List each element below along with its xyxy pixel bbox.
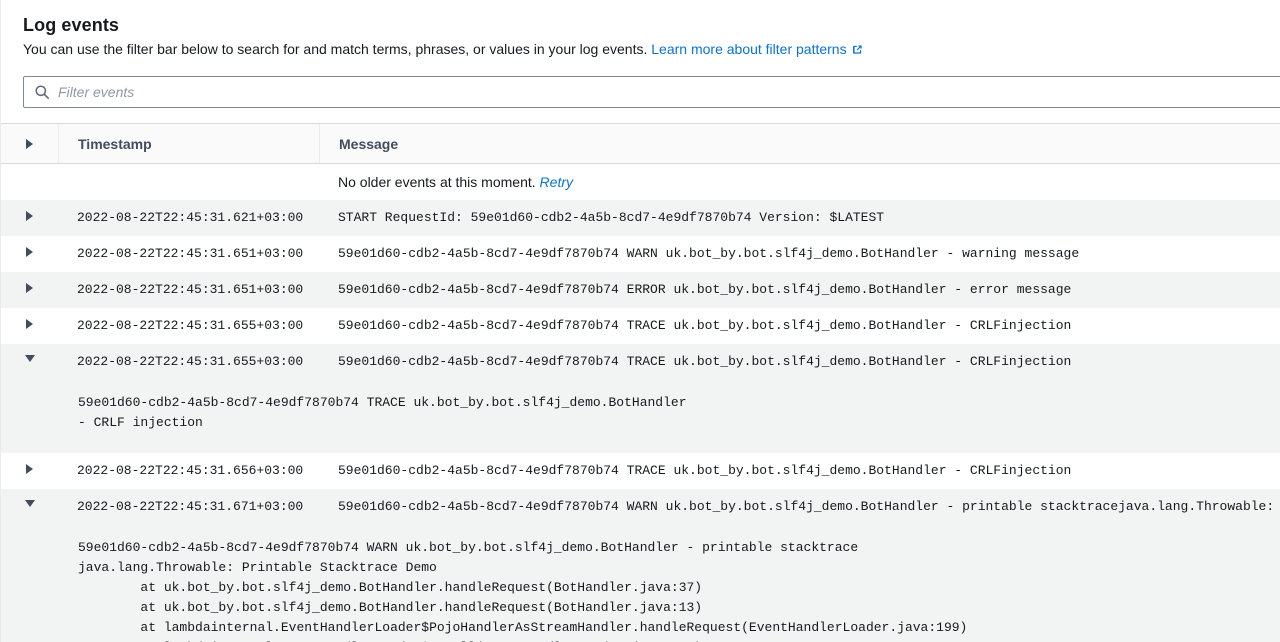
log-events-panel: Log events You can use the filter bar be… [0,0,1280,642]
page-description: You can use the filter bar below to sear… [23,39,1280,59]
column-header-timestamp-label: Timestamp [78,135,152,152]
row-timestamp: 2022-08-22T22:45:31.655+03:00 [77,318,304,333]
page-title: Log events [23,15,120,35]
table-row: 2022-08-22T22:45:31.656+03:00 59e01d60-cd… [1,453,1280,489]
caret-right-icon [26,319,33,329]
caret-right-icon [26,247,33,257]
table-row: 2022-08-22T22:45:31.651+03:00 59e01d60-cd… [1,272,1280,308]
row-message-cell: 59e01d60-cdb2-4a5b-8cd7-4e9df7870b74 TRA… [319,453,1280,489]
row-timestamp-cell: 2022-08-22T22:45:31.651+03:00 [58,236,319,272]
external-link-icon [851,41,864,54]
table-row: 2022-08-22T22:45:31.671+03:00 59e01d60-cd… [1,489,1280,642]
row-timestamp-cell: 2022-08-22T22:45:31.651+03:00 [58,272,319,308]
learn-more-link[interactable]: Learn more about filter patterns [651,41,846,57]
status-row-spacer-toggle [1,164,58,200]
row-timestamp: 2022-08-22T22:45:31.651+03:00 [77,282,304,297]
column-header-timestamp[interactable]: Timestamp [58,124,319,163]
caret-down-icon [24,355,35,362]
row-timestamp-cell: 2022-08-22T22:45:31.621+03:00 [58,200,319,236]
row-message: 59e01d60-cdb2-4a5b-8cd7-4e9df7870b74 WAR… [338,246,1080,261]
status-row-spacer-timestamp [58,164,319,200]
row-timestamp: 2022-08-22T22:45:31.655+03:00 [77,354,304,369]
row-detail-text: 59e01d60-cdb2-4a5b-8cd7-4e9df7870b74 TRA… [78,395,695,430]
log-events-table: Timestamp Message No older events at thi… [1,123,1280,642]
table-row: 2022-08-22T22:45:31.655+03:00 59e01d60-cd… [1,308,1280,344]
row-message-cell: 59e01d60-cdb2-4a5b-8cd7-4e9df7870b74 TRA… [319,308,1280,344]
table-header-row: Timestamp Message [1,124,1280,164]
learn-more-label: Learn more about filter patterns [651,41,847,57]
caret-right-icon [26,211,33,221]
caret-down-icon [24,500,35,507]
search-icon [34,84,50,100]
row-detail: 59e01d60-cdb2-4a5b-8cd7-4e9df7870b74 WAR… [1,525,1280,642]
row-message-cell: 59e01d60-cdb2-4a5b-8cd7-4e9df7870b74 ERR… [319,272,1280,308]
caret-right-icon [26,464,33,474]
row-expand-toggle[interactable] [1,200,58,236]
older-events-status-message: No older events at this moment. [338,174,536,190]
row-timestamp-cell: 2022-08-22T22:45:31.671+03:00 [58,489,319,525]
table-row: 2022-08-22T22:45:31.651+03:00 59e01d60-cd… [1,236,1280,272]
row-timestamp-cell: 2022-08-22T22:45:31.655+03:00 [58,308,319,344]
older-events-status-row: No older events at this moment. Retry [1,164,1280,200]
table-row: 2022-08-22T22:45:31.621+03:00 START Reque… [1,200,1280,236]
row-message: START RequestId: 59e01d60-cdb2-4a5b-8cd7… [338,210,885,225]
row-timestamp-cell: 2022-08-22T22:45:31.655+03:00 [58,344,319,380]
row-expand-toggle[interactable] [1,344,58,380]
row-message-cell: START RequestId: 59e01d60-cdb2-4a5b-8cd7… [319,200,1280,236]
table-row: 2022-08-22T22:45:31.655+03:00 59e01d60-cd… [1,344,1280,453]
older-events-status-cell: No older events at this moment. Retry [319,164,1280,200]
filter-events-box[interactable] [23,76,1280,108]
row-detail-text: 59e01d60-cdb2-4a5b-8cd7-4e9df7870b74 WAR… [78,540,968,642]
older-events-status-text: No older events at this moment. Retry [338,174,573,190]
row-timestamp: 2022-08-22T22:45:31.621+03:00 [77,210,304,225]
row-expand-toggle[interactable] [1,272,58,308]
row-expand-toggle[interactable] [1,489,58,525]
caret-right-icon [26,283,33,293]
row-message-cell: 59e01d60-cdb2-4a5b-8cd7-4e9df7870b74 WAR… [319,489,1280,525]
row-expand-toggle[interactable] [1,236,58,272]
row-expand-toggle[interactable] [1,453,58,489]
row-message: 59e01d60-cdb2-4a5b-8cd7-4e9df7870b74 TRA… [338,354,1072,369]
expand-all-toggle[interactable] [1,124,58,163]
row-detail: 59e01d60-cdb2-4a5b-8cd7-4e9df7870b74 TRA… [1,380,1280,453]
row-message: 59e01d60-cdb2-4a5b-8cd7-4e9df7870b74 ERR… [338,282,1072,297]
row-message: 59e01d60-cdb2-4a5b-8cd7-4e9df7870b74 WAR… [338,499,1280,514]
filter-events-input[interactable] [58,77,1280,107]
row-timestamp: 2022-08-22T22:45:31.671+03:00 [77,499,304,514]
row-message-cell: 59e01d60-cdb2-4a5b-8cd7-4e9df7870b74 WAR… [319,236,1280,272]
row-message: 59e01d60-cdb2-4a5b-8cd7-4e9df7870b74 TRA… [338,463,1072,478]
column-header-message-label: Message [339,135,399,152]
retry-link[interactable]: Retry [540,174,573,190]
row-timestamp-cell: 2022-08-22T22:45:31.656+03:00 [58,453,319,489]
caret-right-icon [26,138,33,149]
filter-bar [1,59,1280,108]
panel-header: Log events You can use the filter bar be… [1,0,1280,59]
table-body: 2022-08-22T22:45:31.621+03:00 START Reque… [1,200,1280,642]
page-description-text: You can use the filter bar below to sear… [23,41,648,57]
row-timestamp: 2022-08-22T22:45:31.656+03:00 [77,463,304,478]
row-message: 59e01d60-cdb2-4a5b-8cd7-4e9df7870b74 TRA… [338,318,1072,333]
row-message-cell: 59e01d60-cdb2-4a5b-8cd7-4e9df7870b74 TRA… [319,344,1280,380]
row-expand-toggle[interactable] [1,308,58,344]
row-timestamp: 2022-08-22T22:45:31.651+03:00 [77,246,304,261]
column-header-message[interactable]: Message [319,124,1280,163]
